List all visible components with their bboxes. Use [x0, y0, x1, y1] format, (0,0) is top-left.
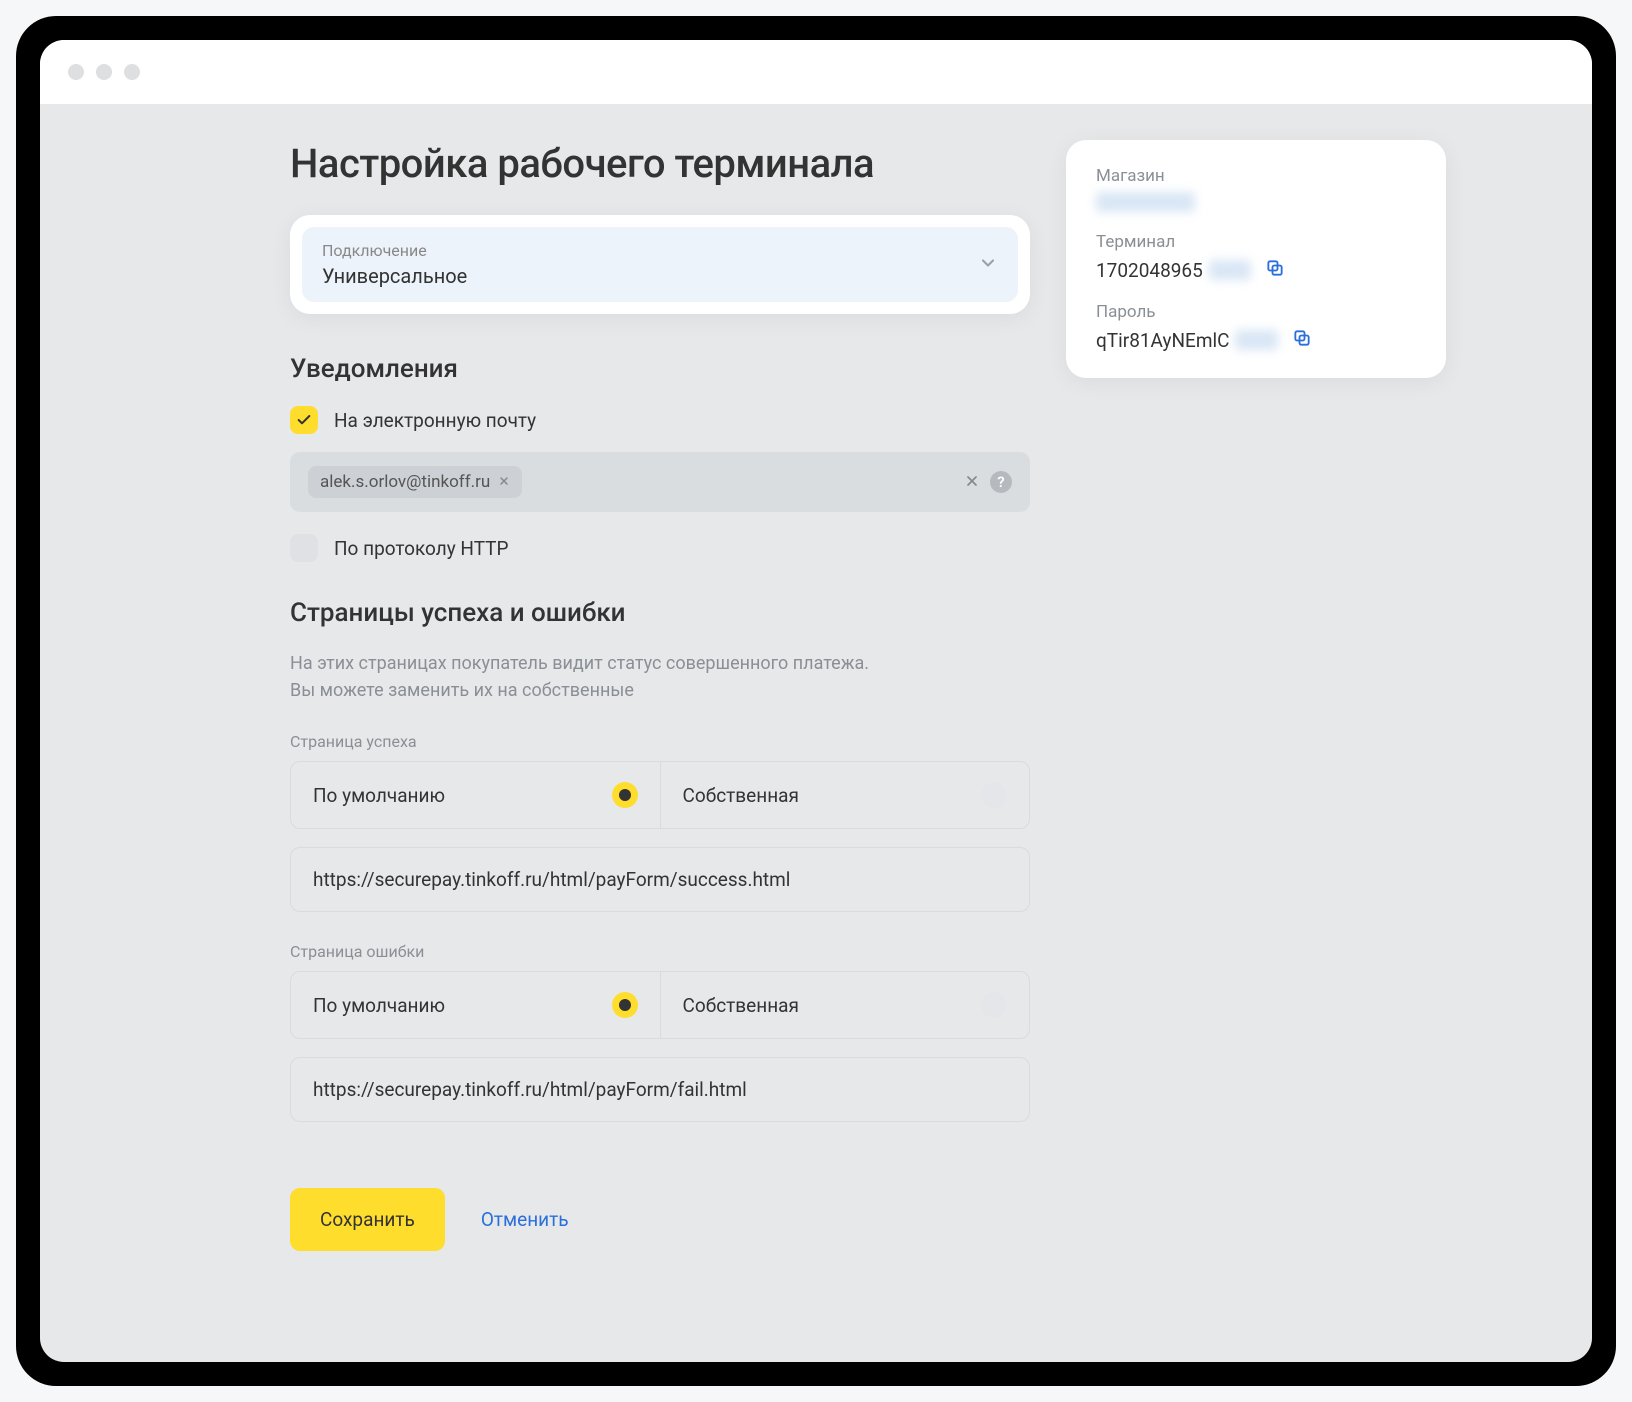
email-chip: alek.s.orlov@tinkoff.ru — [308, 466, 522, 498]
radio-unselected-icon — [981, 782, 1007, 808]
connection-select[interactable]: Подключение Универсальное — [302, 227, 1018, 302]
window-dot — [124, 64, 140, 80]
window-dot — [96, 64, 112, 80]
error-page-radio-group: По умолчанию Собственная — [290, 971, 1030, 1039]
success-default-option[interactable]: По умолчанию — [291, 762, 660, 828]
email-checkbox[interactable] — [290, 406, 318, 434]
success-custom-option[interactable]: Собственная — [660, 762, 1030, 828]
page-title: Настройка рабочего терминала — [290, 140, 1030, 187]
password-value: qTir81AyNEmlC — [1096, 329, 1229, 352]
password-value-masked: ███ — [1235, 330, 1277, 350]
success-page-label: Страница успеха — [290, 732, 1030, 751]
cancel-button[interactable]: Отменить — [481, 1208, 569, 1231]
http-checkbox[interactable] — [290, 534, 318, 562]
pages-description: На этих страницах покупатель видит стату… — [290, 650, 1030, 704]
radio-unselected-icon — [981, 992, 1007, 1018]
save-button[interactable]: Сохранить — [290, 1188, 445, 1251]
window-dot — [68, 64, 84, 80]
email-chip-text: alek.s.orlov@tinkoff.ru — [320, 472, 490, 492]
password-label: Пароль — [1096, 302, 1416, 322]
info-card: Магазин ████████ Терминал 1702048965 ███ — [1066, 140, 1446, 378]
success-url-input[interactable] — [290, 847, 1030, 912]
error-url-input[interactable] — [290, 1057, 1030, 1122]
terminal-label: Терминал — [1096, 232, 1416, 252]
error-default-option[interactable]: По умолчанию — [291, 972, 660, 1038]
terminal-value-masked: ███ — [1209, 260, 1251, 280]
error-page-label: Страница ошибки — [290, 942, 1030, 961]
connection-label: Подключение — [322, 241, 467, 260]
copy-icon[interactable] — [1292, 328, 1312, 352]
store-value-masked: ████████ — [1096, 192, 1195, 212]
copy-icon[interactable] — [1265, 258, 1285, 282]
error-custom-option[interactable]: Собственная — [660, 972, 1030, 1038]
chip-remove-icon[interactable] — [498, 472, 510, 492]
success-page-radio-group: По умолчанию Собственная — [290, 761, 1030, 829]
email-checkbox-label: На электронную почту — [334, 409, 536, 432]
browser-titlebar — [40, 40, 1592, 104]
pages-title: Страницы успеха и ошибки — [290, 598, 1030, 628]
connection-value: Универсальное — [322, 264, 467, 288]
email-input[interactable]: alek.s.orlov@tinkoff.ru ? — [290, 452, 1030, 512]
clear-icon[interactable] — [964, 470, 980, 494]
http-checkbox-label: По протоколу HTTP — [334, 537, 509, 560]
chevron-down-icon — [978, 253, 998, 277]
terminal-value: 1702048965 — [1096, 259, 1203, 282]
radio-selected-icon — [612, 992, 638, 1018]
connection-card: Подключение Универсальное — [290, 215, 1030, 314]
store-label: Магазин — [1096, 166, 1416, 186]
notifications-title: Уведомления — [290, 354, 1030, 384]
help-icon[interactable]: ? — [990, 471, 1012, 493]
radio-selected-icon — [612, 782, 638, 808]
